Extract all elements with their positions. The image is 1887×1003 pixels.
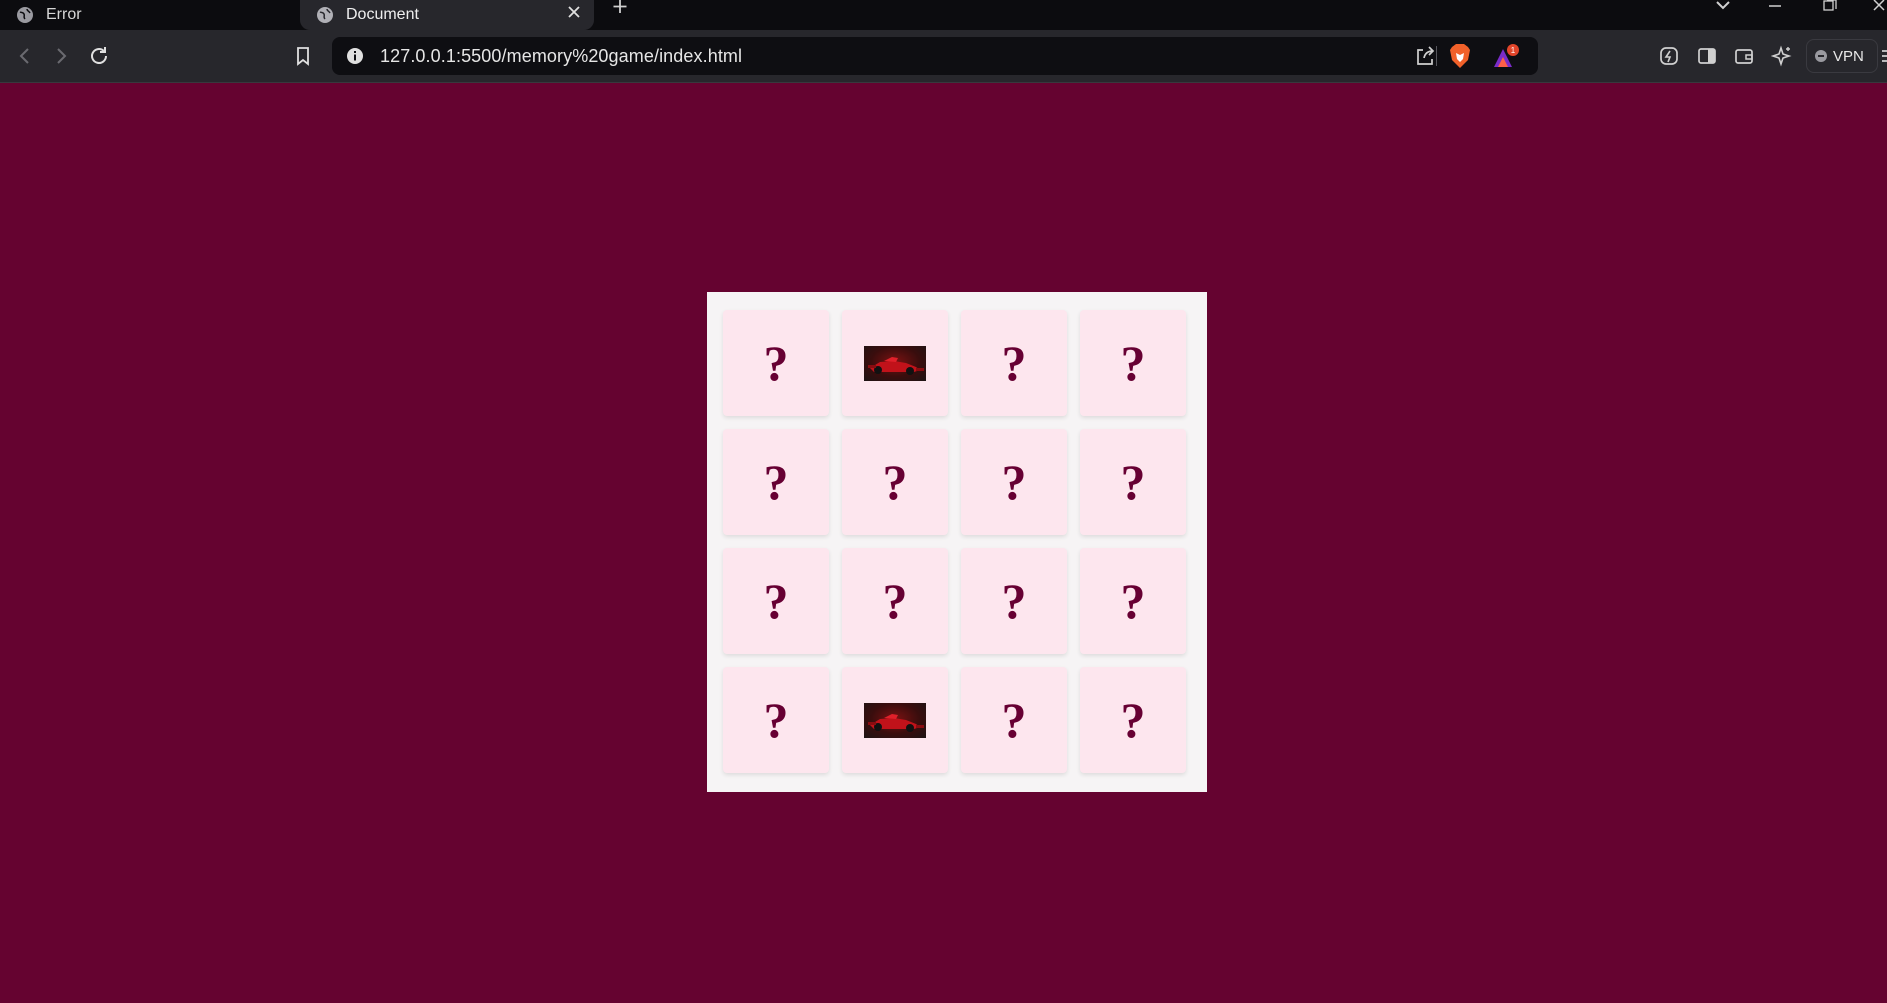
memory-game-board: ?????????????? <box>707 292 1207 792</box>
globe-icon <box>317 7 333 23</box>
memory-card[interactable]: ? <box>961 310 1067 416</box>
globe-icon <box>17 7 33 23</box>
memory-card[interactable]: ? <box>842 548 948 654</box>
memory-card[interactable]: ? <box>961 667 1067 773</box>
f1-car-image <box>864 702 926 738</box>
question-mark: ? <box>1001 335 1027 391</box>
brave-shields-icon[interactable] <box>1448 43 1472 69</box>
memory-card[interactable]: ? <box>723 667 829 773</box>
question-mark: ? <box>1120 335 1146 391</box>
brave-rewards-icon[interactable]: 1 <box>1490 43 1520 71</box>
forward-icon[interactable] <box>50 45 72 67</box>
back-icon[interactable] <box>14 45 36 67</box>
address-bar[interactable]: 127.0.0.1:5500/memory%20game/index.html … <box>332 37 1538 75</box>
restore-icon[interactable] <box>1818 0 1840 14</box>
vpn-button[interactable]: VPN <box>1806 39 1878 73</box>
question-mark: ? <box>763 335 789 391</box>
question-mark: ? <box>1001 692 1027 748</box>
memory-card[interactable]: ? <box>723 548 829 654</box>
f1-car-image <box>864 345 926 381</box>
question-mark: ? <box>1120 692 1146 748</box>
memory-card[interactable]: ? <box>842 429 948 535</box>
question-mark: ? <box>882 573 908 629</box>
memory-card-revealed[interactable] <box>842 310 948 416</box>
question-mark: ? <box>763 692 789 748</box>
question-mark: ? <box>1001 573 1027 629</box>
memory-card[interactable]: ? <box>961 548 1067 654</box>
close-tab-icon[interactable] <box>566 6 582 22</box>
reload-icon[interactable] <box>88 45 110 67</box>
wallet-icon[interactable] <box>1733 45 1755 67</box>
rewards-badge-count: 1 <box>1511 46 1516 55</box>
address-text: 127.0.0.1:5500/memory%20game/index.html <box>380 46 743 66</box>
memory-card[interactable]: ? <box>961 429 1067 535</box>
menu-icon[interactable] <box>1880 45 1887 67</box>
vpn-status-icon <box>1815 50 1827 62</box>
question-mark: ? <box>1120 454 1146 510</box>
site-info-icon[interactable] <box>346 47 364 65</box>
divider <box>1436 46 1437 66</box>
close-window-icon[interactable] <box>1870 0 1887 14</box>
browser-toolbar: 127.0.0.1:5500/memory%20game/index.html … <box>0 30 1887 83</box>
memory-card[interactable]: ? <box>1080 429 1186 535</box>
tab-strip: Error Document <box>0 0 1887 30</box>
memory-card-revealed[interactable] <box>842 667 948 773</box>
question-mark: ? <box>882 454 908 510</box>
share-icon[interactable] <box>1414 45 1436 67</box>
tab-error[interactable]: Error <box>0 0 290 30</box>
bookmark-icon[interactable] <box>292 45 314 67</box>
question-mark: ? <box>763 573 789 629</box>
vpn-label: VPN <box>1833 47 1864 65</box>
tab-label: Document <box>346 6 419 23</box>
memory-card[interactable]: ? <box>1080 310 1186 416</box>
ai-sparkle-icon[interactable] <box>1771 45 1793 67</box>
leo-ai-icon[interactable] <box>1658 45 1680 67</box>
question-mark: ? <box>1001 454 1027 510</box>
memory-card[interactable]: ? <box>1080 548 1186 654</box>
tab-list-chevron-icon[interactable] <box>1712 0 1734 14</box>
question-mark: ? <box>763 454 789 510</box>
question-mark: ? <box>1120 573 1146 629</box>
memory-card[interactable]: ? <box>723 429 829 535</box>
memory-card[interactable]: ? <box>1080 667 1186 773</box>
memory-card[interactable]: ? <box>723 310 829 416</box>
tab-document[interactable]: Document <box>300 0 594 30</box>
tab-label: Error <box>46 6 82 23</box>
sidebar-icon[interactable] <box>1696 45 1718 67</box>
new-tab-icon[interactable] <box>610 0 630 16</box>
minimize-icon[interactable] <box>1764 0 1786 14</box>
